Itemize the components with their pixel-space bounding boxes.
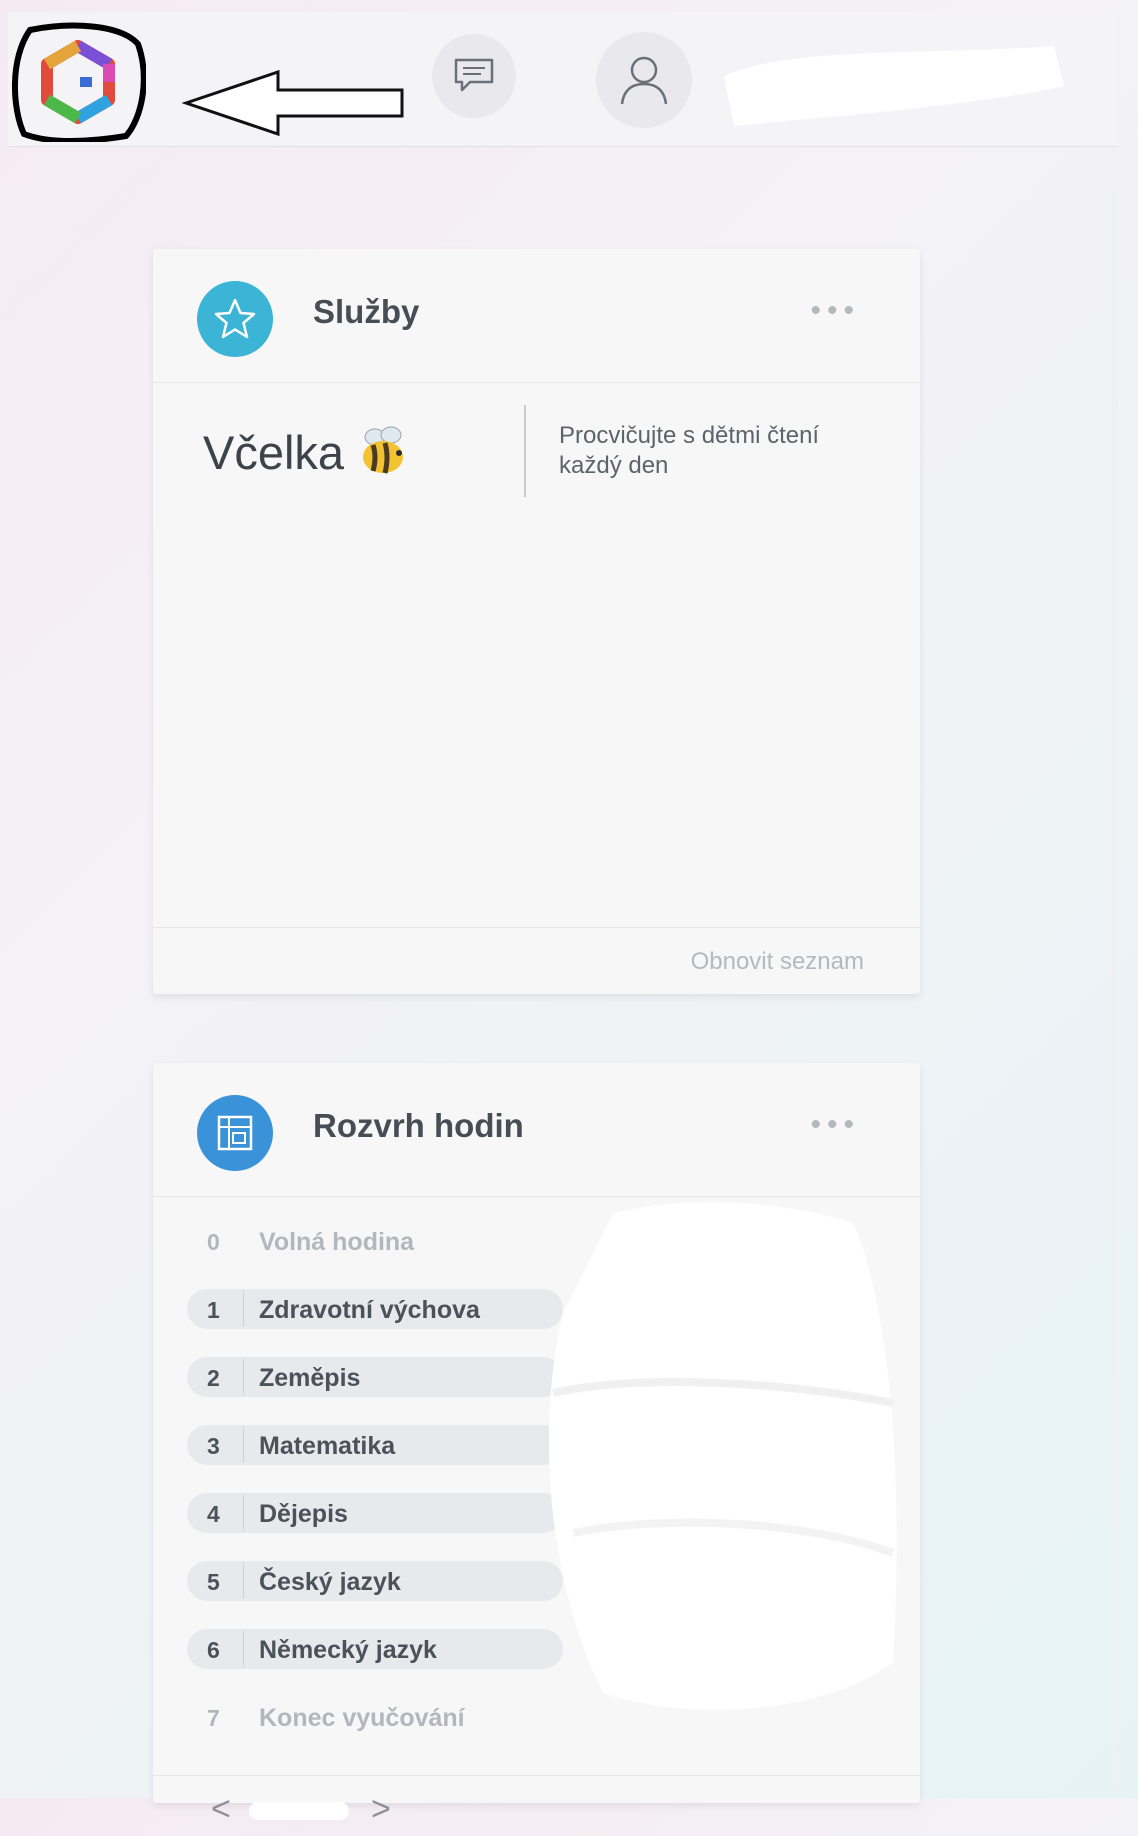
vcelka-description: Procvičujte s dětmi čtení každý den xyxy=(559,422,820,479)
lesson-name: Český jazyk xyxy=(259,1568,401,1596)
services-more-button[interactable]: ••• xyxy=(810,296,860,326)
profile-button[interactable] xyxy=(596,32,692,128)
annotation-arrow xyxy=(181,68,406,138)
refresh-list-button[interactable]: Obnovit seznam xyxy=(691,948,864,976)
messages-button[interactable] xyxy=(432,34,516,118)
star-icon xyxy=(197,281,273,357)
redaction-scribble xyxy=(493,1193,913,1733)
next-day-button[interactable]: > xyxy=(371,1790,391,1829)
lesson-separator xyxy=(243,1359,244,1395)
lesson-name: Německý jazyk xyxy=(259,1636,437,1664)
lesson-name: Volná hodina xyxy=(259,1228,415,1256)
lesson-separator xyxy=(243,1427,244,1463)
lesson-number: 7 xyxy=(207,1705,220,1731)
lesson-number: 0 xyxy=(207,1229,220,1255)
schedule-footer: < > xyxy=(153,1775,920,1836)
schedule-title: Rozvrh hodin xyxy=(313,1107,524,1144)
lesson-separator xyxy=(243,1291,244,1327)
service-divider xyxy=(524,405,526,497)
services-title: Služby xyxy=(313,293,420,330)
vcelka-service-link[interactable]: Včelka xyxy=(203,425,344,480)
redaction-scribble xyxy=(249,1802,349,1820)
lesson-number: 4 xyxy=(207,1501,220,1527)
lesson-number: 1 xyxy=(207,1297,220,1323)
lesson-separator xyxy=(243,1631,244,1667)
timetable-icon xyxy=(197,1095,273,1171)
lesson-name: Matematika xyxy=(259,1432,396,1460)
previous-day-button[interactable]: < xyxy=(211,1790,231,1829)
lesson-separator xyxy=(243,1563,244,1599)
top-bar xyxy=(8,12,1118,147)
services-card: Služby ••• Včelka Procvičujte s dětmi čt… xyxy=(153,249,920,994)
redaction-scribble xyxy=(714,26,1074,146)
chat-bubble-icon xyxy=(454,58,494,92)
services-header: Služby ••• xyxy=(153,249,920,383)
lesson-number: 3 xyxy=(207,1433,220,1459)
lesson-separator xyxy=(243,1495,244,1531)
schedule-more-button[interactable]: ••• xyxy=(810,1110,860,1140)
lesson-name: Konec vyučování xyxy=(259,1704,465,1732)
lesson-number: 2 xyxy=(207,1365,220,1391)
scroll-edge xyxy=(1112,190,1118,1790)
services-footer: Obnovit seznam xyxy=(153,927,920,994)
schedule-header: Rozvrh hodin ••• xyxy=(153,1063,920,1197)
schedule-card: Rozvrh hodin ••• 0 Volná hodina 1 Zdravo… xyxy=(153,1063,920,1828)
app-logo-icon[interactable] xyxy=(10,18,147,144)
lesson-name: Zeměpis xyxy=(259,1364,361,1392)
lesson-number: 5 xyxy=(207,1569,220,1595)
bee-icon xyxy=(353,423,413,483)
user-icon xyxy=(620,56,668,105)
lesson-name: Zdravotní výchova xyxy=(259,1296,480,1324)
lesson-name: Dějepis xyxy=(259,1500,348,1528)
lesson-number: 6 xyxy=(207,1637,220,1663)
